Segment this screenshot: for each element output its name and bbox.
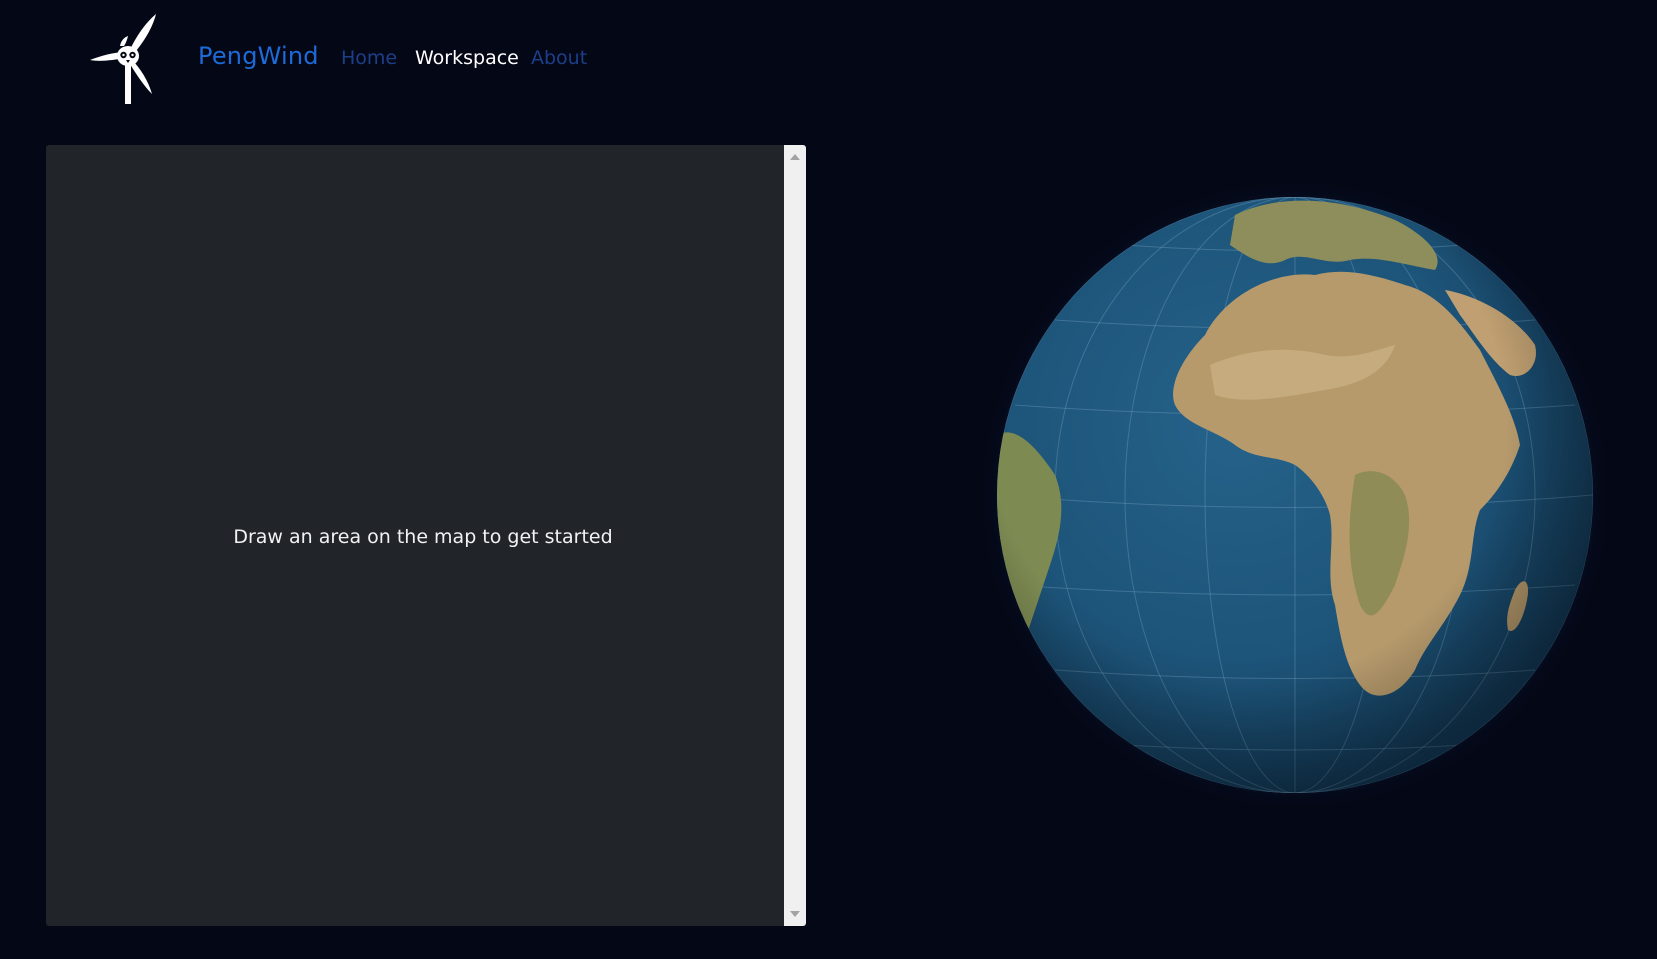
navbar: PengWind Home Workspace About xyxy=(0,0,1657,120)
nav-home-link[interactable]: Home xyxy=(341,47,397,69)
globe-map[interactable] xyxy=(975,175,1615,815)
empty-state-message: Draw an area on the map to get started xyxy=(233,525,613,548)
arrow-up-icon[interactable] xyxy=(790,154,800,160)
nav-about-link[interactable]: About xyxy=(531,47,587,69)
workspace-page: PengWind Home Workspace About Draw an ar… xyxy=(0,0,1657,959)
arrow-down-icon[interactable] xyxy=(790,911,800,917)
wind-turbine-penguin-icon[interactable] xyxy=(90,12,166,104)
workspace-panel: Draw an area on the map to get started xyxy=(46,145,806,926)
brand-link[interactable]: PengWind xyxy=(198,42,319,70)
panel-content: Draw an area on the map to get started xyxy=(46,145,784,926)
panel-scrollbar[interactable] xyxy=(784,145,806,926)
nav-workspace-link[interactable]: Workspace xyxy=(415,47,519,69)
